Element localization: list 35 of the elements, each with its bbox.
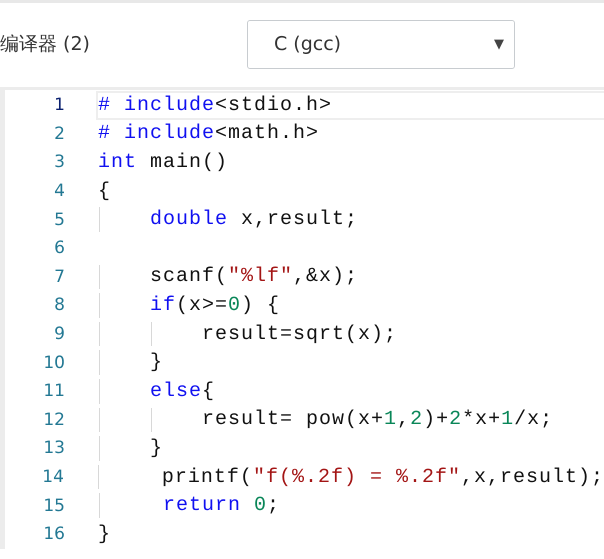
code-line: # include<stdio.h> bbox=[98, 94, 332, 117]
line-number: 4 bbox=[53, 181, 66, 202]
line-number: 1 bbox=[53, 95, 66, 116]
line-number: 2 bbox=[53, 124, 66, 144]
line-number: 14 bbox=[41, 467, 65, 488]
code-line: printf("f(%.2f) = %.2f",x,result); bbox=[160, 466, 604, 489]
line-number: 13 bbox=[42, 438, 66, 458]
code-line: return 0; bbox=[162, 494, 280, 518]
code-line: result= pow(x+1,2)+2*x+1/x; bbox=[201, 408, 554, 432]
code-line: double x,result; bbox=[149, 208, 358, 232]
line-number: 15 bbox=[42, 496, 66, 516]
code-line: result=sqrt(x); bbox=[201, 322, 398, 346]
line-number: 8 bbox=[53, 295, 66, 316]
line-number: 16 bbox=[42, 524, 66, 544]
line-number: 11 bbox=[42, 381, 66, 402]
dropdown-arrow-icon: ▼ bbox=[494, 36, 504, 52]
code-line: # include<math.h> bbox=[98, 122, 320, 146]
line-number: 5 bbox=[53, 210, 66, 230]
code-line: int main() bbox=[98, 150, 228, 174]
code-line: } bbox=[149, 436, 164, 460]
compiler-label: 编译器 (2) bbox=[0, 32, 91, 57]
code-line: } bbox=[98, 522, 112, 546]
code-line: { bbox=[98, 180, 112, 203]
line-number: 6 bbox=[53, 238, 66, 258]
line-number: 10 bbox=[42, 352, 66, 373]
code-line: scanf("%lf",&x); bbox=[149, 265, 358, 288]
code-editor[interactable] bbox=[0, 87, 604, 548]
code-line: } bbox=[149, 351, 164, 374]
code-line: else{ bbox=[149, 380, 216, 403]
language-select[interactable]: C (gcc) ▼ bbox=[247, 20, 515, 68]
line-number: 7 bbox=[53, 266, 66, 287]
line-number: 9 bbox=[53, 324, 66, 344]
code-line: if(x>=0) { bbox=[149, 294, 280, 317]
line-number: 3 bbox=[53, 152, 66, 172]
line-number: 12 bbox=[42, 410, 66, 430]
